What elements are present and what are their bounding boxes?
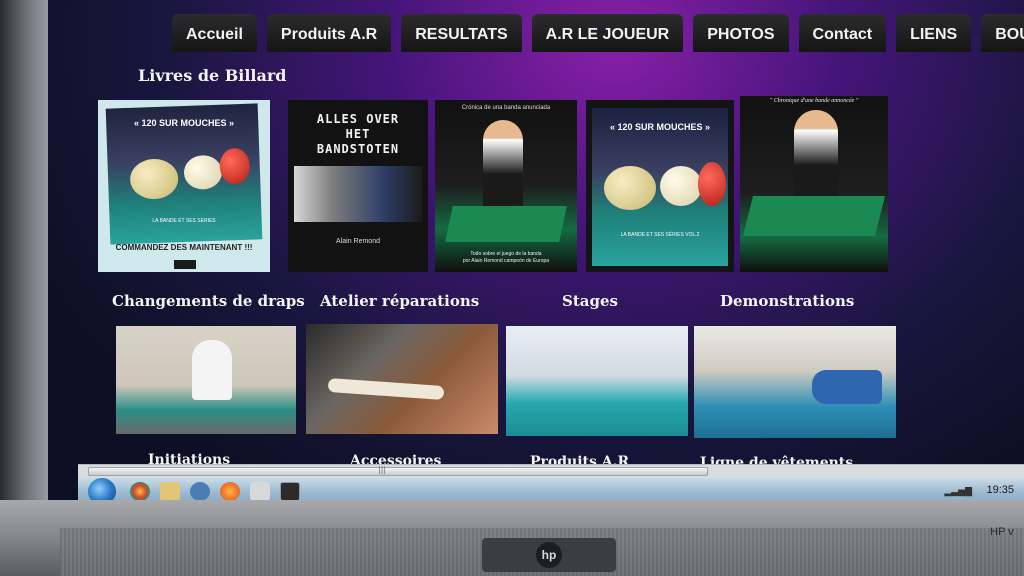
book-cronica-de-una-banda[interactable]: Crónica de una banda anunciada Todo sobr…: [435, 100, 577, 272]
media-icon[interactable]: [190, 482, 210, 501]
hp-logo-icon: hp: [536, 542, 562, 568]
network-signal-icon[interactable]: ▂▃▅▇: [944, 487, 972, 497]
order-now-text: COMMANDEZ DES MAINTENANT !!!: [115, 243, 253, 252]
label-demonstrations[interactable]: Demonstrations: [720, 292, 854, 310]
top-navigation: Accueil Produits A.R RESULTATS A.R LE JO…: [172, 14, 1024, 52]
nav-contact[interactable]: Contact: [798, 14, 887, 52]
nav-resultats[interactable]: RESULTATS: [401, 14, 522, 52]
file-explorer-icon[interactable]: [160, 482, 180, 501]
book-title: " Chronique d'une bande annoncée ": [769, 98, 859, 104]
nav-liens[interactable]: LIENS: [896, 14, 972, 52]
book-title: « 120 SUR MOUCHES »: [609, 122, 711, 132]
chrome-icon[interactable]: [130, 482, 150, 501]
book-chronique-bande-annoncee[interactable]: " Chronique d'une bande annoncée ": [740, 96, 888, 272]
worker-figure: [192, 340, 232, 400]
cart-icon[interactable]: [174, 260, 196, 269]
label-changements-de-draps[interactable]: Changements de draps: [112, 292, 305, 310]
cue-part: [327, 377, 445, 401]
app-icon[interactable]: [280, 482, 300, 501]
horizontal-scrollbar[interactable]: |||: [78, 464, 1024, 478]
video-player-icon[interactable]: [250, 482, 270, 501]
book-alles-over-het-bandstoten[interactable]: ALLES OVER HET BANDSTOTEN Alain Remond: [288, 100, 428, 272]
book-subtitle: Todo sobre el juego de la banda por Alai…: [462, 251, 550, 264]
photo-atelier-reparations[interactable]: [306, 324, 498, 434]
billiard-table: [743, 196, 885, 236]
monitor-model-text: HP v: [990, 526, 1014, 538]
player-figure: [483, 120, 523, 210]
book-title: « 120 SUR MOUCHES »: [133, 118, 235, 128]
player-photo: [294, 166, 422, 222]
nav-produits-ar[interactable]: Produits A.R: [266, 14, 392, 52]
book-title: ALLES OVER HET BANDSTOTEN: [316, 112, 400, 156]
label-atelier-reparations[interactable]: Atelier réparations: [320, 292, 479, 310]
nav-photos[interactable]: PHOTOS: [693, 14, 789, 52]
book-120-sur-mouches-vol2[interactable]: « 120 SUR MOUCHES » LA BANDE ET SES SÉRI…: [586, 100, 734, 272]
billiard-table: [445, 206, 567, 242]
book-author: Alain Remond: [336, 238, 380, 245]
billiard-ball-icon: [698, 162, 726, 206]
book-subtitle: LA BANDE ET SES SÉRIES VOL.2: [620, 232, 700, 238]
monitor-bezel-left: [0, 0, 48, 520]
photo-demonstrations[interactable]: [694, 326, 896, 438]
hp-logo: hp: [482, 538, 616, 572]
player-figure: [812, 370, 882, 404]
billiard-ball-icon: [219, 147, 251, 185]
player-figure: [794, 110, 838, 202]
book-title: Crónica de una banda anunciada: [461, 105, 551, 111]
nav-ar-le-joueur[interactable]: A.R LE JOUEUR: [531, 14, 684, 52]
books-section-title: Livres de Billard: [138, 66, 287, 85]
firefox-icon[interactable]: [220, 482, 240, 501]
nav-accueil[interactable]: Accueil: [172, 14, 257, 52]
banner-text: [628, 344, 630, 350]
nav-boutique[interactable]: BOUTIQU: [981, 14, 1024, 52]
scroll-grip-icon: |||: [378, 465, 387, 474]
browser-viewport: Accueil Produits A.R RESULTATS A.R LE JO…: [48, 0, 1024, 505]
label-stages[interactable]: Stages: [562, 292, 618, 310]
billiard-ball-icon: [604, 166, 656, 210]
book-subtitle: LA BANDE ET SES SERIES: [152, 218, 216, 224]
billiard-ball-icon: [129, 158, 179, 200]
book-120-sur-mouches[interactable]: « 120 SUR MOUCHES » LA BANDE ET SES SERI…: [98, 100, 270, 272]
billiard-ball-icon: [660, 166, 702, 206]
scrollbar-thumb[interactable]: [88, 467, 708, 476]
photo-changement-draps[interactable]: [116, 326, 296, 434]
clock[interactable]: 19:35: [986, 484, 1014, 496]
photo-stages[interactable]: [506, 326, 688, 436]
billiard-ball-icon: [183, 154, 223, 190]
